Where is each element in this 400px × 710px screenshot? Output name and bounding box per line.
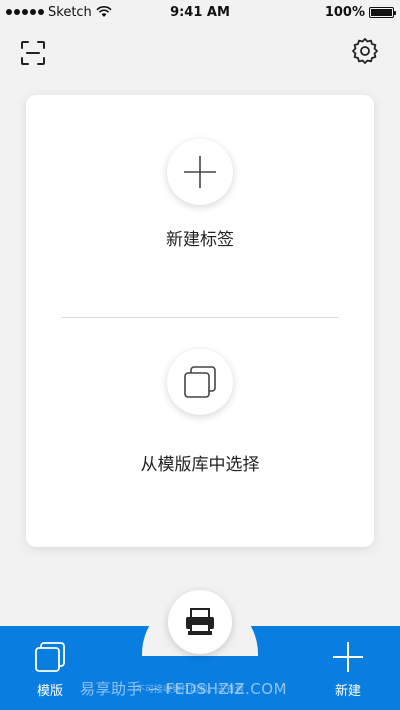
divider (61, 317, 339, 318)
plus-icon (184, 156, 216, 188)
scan-icon (21, 41, 45, 65)
scan-button[interactable] (18, 38, 48, 68)
status-left: Sketch (6, 5, 112, 20)
tab-templates[interactable]: 模版 (20, 640, 80, 699)
carrier-name: Sketch (48, 4, 92, 20)
wifi-icon (96, 6, 112, 17)
signal-strength-icon (6, 9, 44, 15)
printer-icon (186, 608, 214, 635)
tab-new[interactable]: 新建 (318, 640, 378, 699)
top-bar (0, 32, 400, 72)
plus-icon (333, 642, 363, 672)
template-stack-icon (35, 642, 65, 672)
tab-new-label: 新建 (334, 684, 361, 699)
watermark-subtext: 不可接收到打印机，去查看 (136, 685, 245, 695)
settings-button[interactable] (350, 36, 380, 66)
print-button[interactable] (168, 590, 232, 654)
template-stack-icon (184, 366, 216, 398)
new-label-button[interactable] (167, 139, 233, 205)
template-library-text[interactable]: 从模版库中选择 (26, 450, 374, 475)
gear-icon (352, 38, 378, 64)
tab-templates-label: 模版 (36, 684, 63, 699)
battery-percent: 100% (324, 4, 365, 20)
template-library-button[interactable] (167, 349, 233, 415)
status-bar: Sketch 9:41 AM 100% (0, 0, 400, 24)
new-label-text[interactable]: 新建标签 (26, 225, 374, 250)
battery-icon (369, 6, 396, 18)
main-card: 新建标签 从模版库中选择 (26, 95, 374, 547)
status-right: 100% (324, 4, 396, 20)
